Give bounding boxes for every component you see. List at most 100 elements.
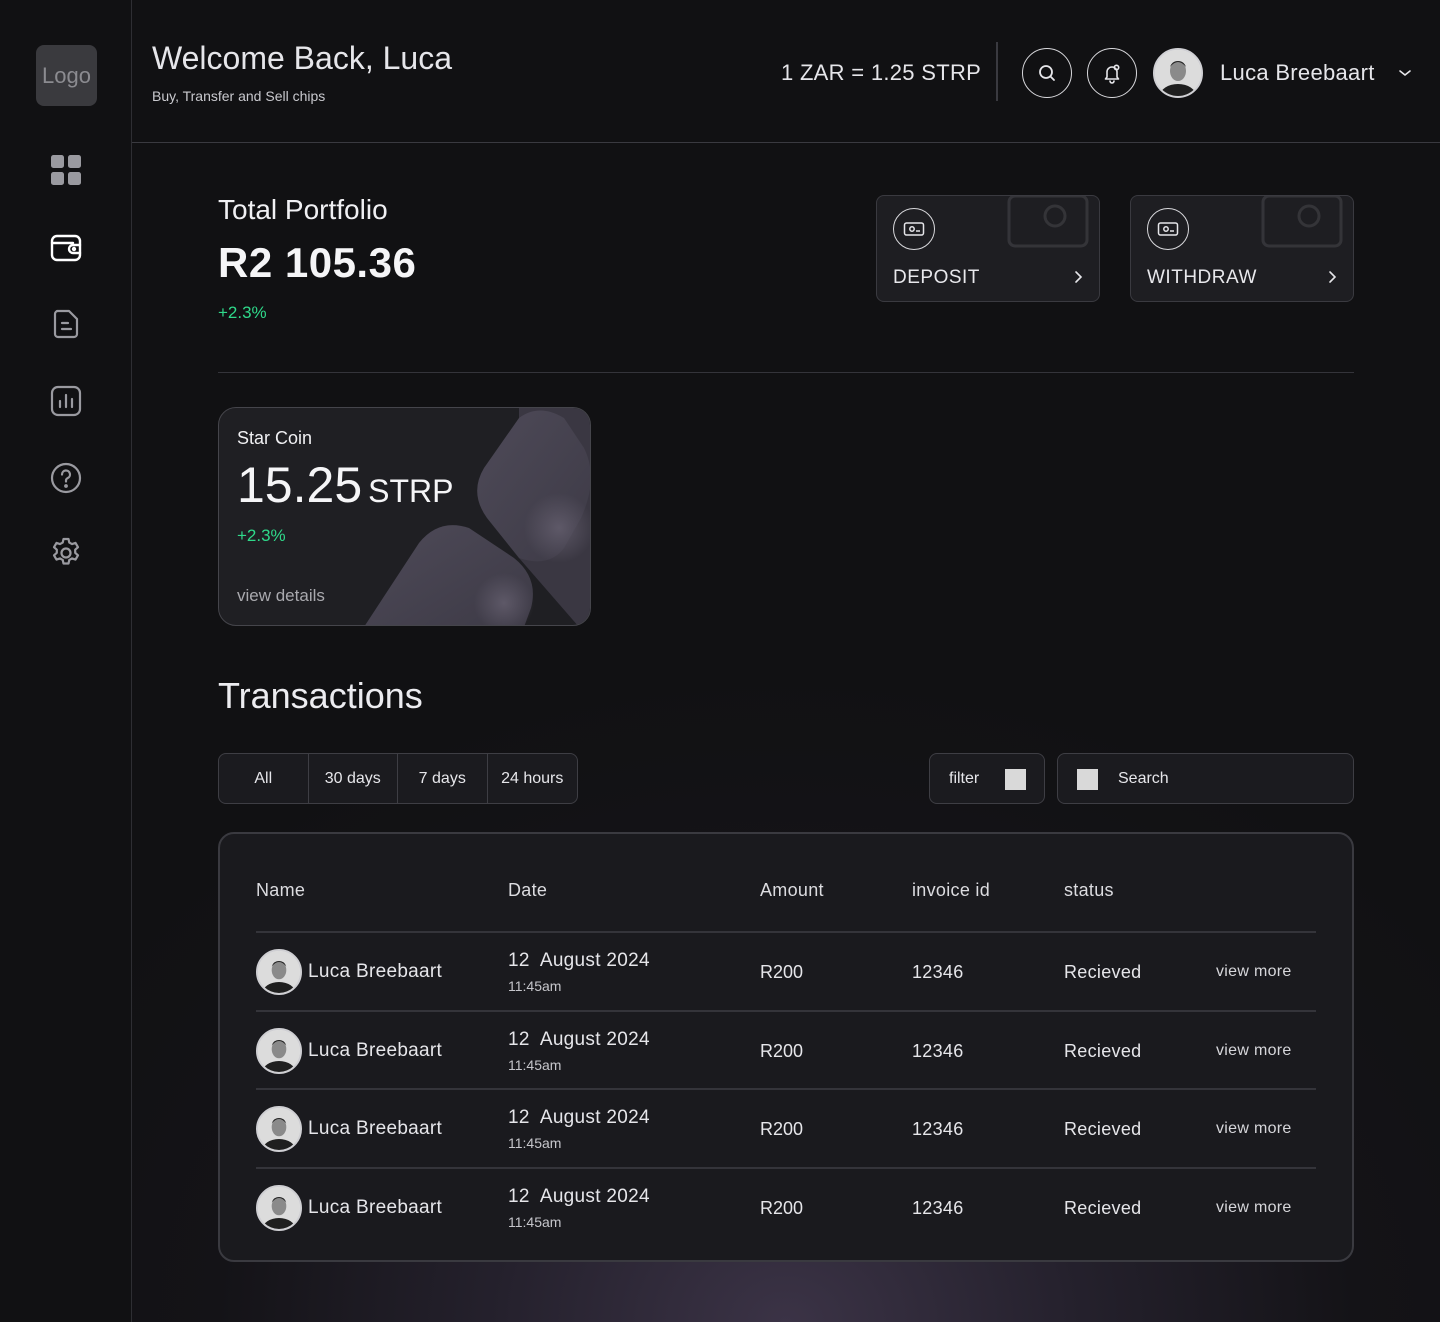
help-icon — [50, 462, 82, 494]
row-time: 11:45am — [508, 978, 562, 994]
header: Welcome Back, Luca Buy, Transfer and Sel… — [132, 0, 1440, 143]
wallet-watermark-icon — [1007, 196, 1089, 248]
exchange-rate: 1 ZAR = 1.25 STRP — [781, 60, 982, 85]
row-status: Recieved — [1064, 1041, 1142, 1061]
nav-wallet[interactable] — [48, 230, 84, 266]
row-date: 12 August 2024 — [508, 950, 650, 971]
settings-gear-icon — [52, 537, 80, 565]
logo[interactable]: Logo — [36, 45, 97, 106]
user-photo-icon — [1155, 50, 1201, 96]
row-avatar — [256, 949, 302, 995]
deposit-label: DEPOSIT — [893, 267, 980, 288]
search-icon — [1039, 65, 1055, 81]
row-status: Recieved — [1064, 962, 1142, 982]
dashboard-grid-icon — [51, 155, 81, 185]
search-button[interactable] — [1022, 48, 1072, 98]
table-row[interactable]: Luca Breebaart 12 August 2024 11:45am R2… — [256, 1088, 1316, 1166]
document-icon — [53, 309, 79, 339]
wallet-icon — [50, 234, 82, 262]
row-invoice: 12346 — [912, 1041, 964, 1061]
table-row[interactable]: Luca Breebaart 12 August 2024 11:45am R2… — [256, 931, 1316, 1009]
nav-help[interactable] — [48, 460, 84, 496]
transactions-table: Name Date Amount invoice id status Luca … — [218, 832, 1354, 1262]
bell-icon — [1104, 64, 1120, 84]
withdraw-button[interactable]: WITHDRAW — [1130, 195, 1354, 302]
nav-analytics[interactable] — [48, 383, 84, 419]
nav-documents[interactable] — [48, 306, 84, 342]
tab-24-hours[interactable]: 24 hours — [488, 754, 578, 803]
portfolio-change: +2.3% — [218, 303, 267, 322]
portfolio-title: Total Portfolio — [218, 194, 388, 225]
search-input[interactable] — [1118, 754, 1338, 803]
date-range-tabs: All 30 days 7 days 24 hours — [218, 753, 578, 804]
row-date: 12 August 2024 — [508, 1029, 650, 1050]
row-avatar — [256, 1028, 302, 1074]
row-invoice: 12346 — [912, 1119, 964, 1139]
main-content: Total Portfolio R2 105.36 +2.3% DEPOSIT … — [132, 143, 1440, 1322]
nav-dashboard[interactable] — [48, 152, 84, 188]
chevron-right-icon — [1329, 271, 1337, 283]
row-time: 11:45am — [508, 1057, 562, 1073]
column-header-date: Date — [508, 880, 548, 900]
user-photo-icon — [258, 1030, 300, 1072]
filter-label: filter — [949, 770, 980, 787]
notifications-button[interactable] — [1087, 48, 1137, 98]
view-more-link[interactable]: view more — [1216, 1042, 1292, 1060]
star-coin-card[interactable]: Star Coin 15.25 STRP +2.3% view details — [218, 407, 591, 626]
row-amount: R200 — [760, 1041, 804, 1061]
row-invoice: 12346 — [912, 962, 964, 982]
coin-change: +2.3% — [237, 526, 286, 545]
chevron-right-icon — [1075, 271, 1083, 283]
cash-icon — [903, 222, 925, 236]
column-header-invoice: invoice id — [912, 880, 991, 900]
user-photo-icon — [258, 1187, 300, 1229]
user-avatar[interactable] — [1153, 48, 1203, 98]
nav-settings[interactable] — [48, 535, 84, 571]
row-amount: R200 — [760, 1119, 804, 1139]
row-name: Luca Breebaart — [308, 961, 443, 982]
chart-icon — [50, 385, 82, 417]
chevron-down-icon[interactable] — [1396, 64, 1414, 82]
coin-name: Star Coin — [237, 428, 313, 448]
table-row[interactable]: Luca Breebaart 12 August 2024 11:45am R2… — [256, 1167, 1316, 1245]
transactions-title: Transactions — [218, 675, 423, 716]
tab-all[interactable]: All — [219, 754, 309, 803]
portfolio-value: R2 105.36 — [218, 239, 417, 286]
cash-icon-wrap — [1147, 208, 1189, 250]
filter-icon — [1005, 769, 1026, 790]
row-name: Luca Breebaart — [308, 1118, 443, 1139]
cash-icon — [1157, 222, 1179, 236]
column-header-name: Name — [256, 880, 306, 900]
view-details-link[interactable]: view details — [237, 586, 325, 606]
search-field[interactable] — [1057, 753, 1354, 804]
page-title: Welcome Back, Luca — [152, 40, 452, 76]
coin-balance: 15.25 STRP — [237, 456, 453, 514]
deposit-button[interactable]: DEPOSIT — [876, 195, 1100, 302]
user-photo-icon — [258, 951, 300, 993]
table-row[interactable]: Luca Breebaart 12 August 2024 11:45am R2… — [256, 1010, 1316, 1088]
tab-7-days[interactable]: 7 days — [398, 754, 488, 803]
view-more-link[interactable]: view more — [1216, 1199, 1292, 1217]
search-icon — [1077, 769, 1098, 790]
withdraw-label: WITHDRAW — [1147, 267, 1257, 288]
coin-unit: STRP — [368, 473, 454, 509]
row-time: 11:45am — [508, 1135, 562, 1151]
user-photo-icon — [258, 1108, 300, 1150]
column-header-status: status — [1064, 880, 1114, 900]
row-avatar — [256, 1106, 302, 1152]
row-name: Luca Breebaart — [308, 1197, 443, 1218]
filter-button[interactable]: filter — [929, 753, 1045, 804]
user-name[interactable]: Luca Breebaart — [1220, 60, 1375, 86]
cash-icon-wrap — [893, 208, 935, 250]
sidebar: Logo — [0, 0, 132, 1322]
view-more-link[interactable]: view more — [1216, 963, 1292, 981]
view-more-link[interactable]: view more — [1216, 1120, 1292, 1138]
row-invoice: 12346 — [912, 1198, 964, 1218]
row-avatar — [256, 1185, 302, 1231]
row-status: Recieved — [1064, 1198, 1142, 1218]
tab-30-days[interactable]: 30 days — [309, 754, 398, 803]
page-subtitle: Buy, Transfer and Sell chips — [152, 88, 326, 104]
row-name: Luca Breebaart — [308, 1040, 443, 1061]
coin-amount: 15.25 — [237, 457, 363, 513]
row-date: 12 August 2024 — [508, 1107, 650, 1128]
